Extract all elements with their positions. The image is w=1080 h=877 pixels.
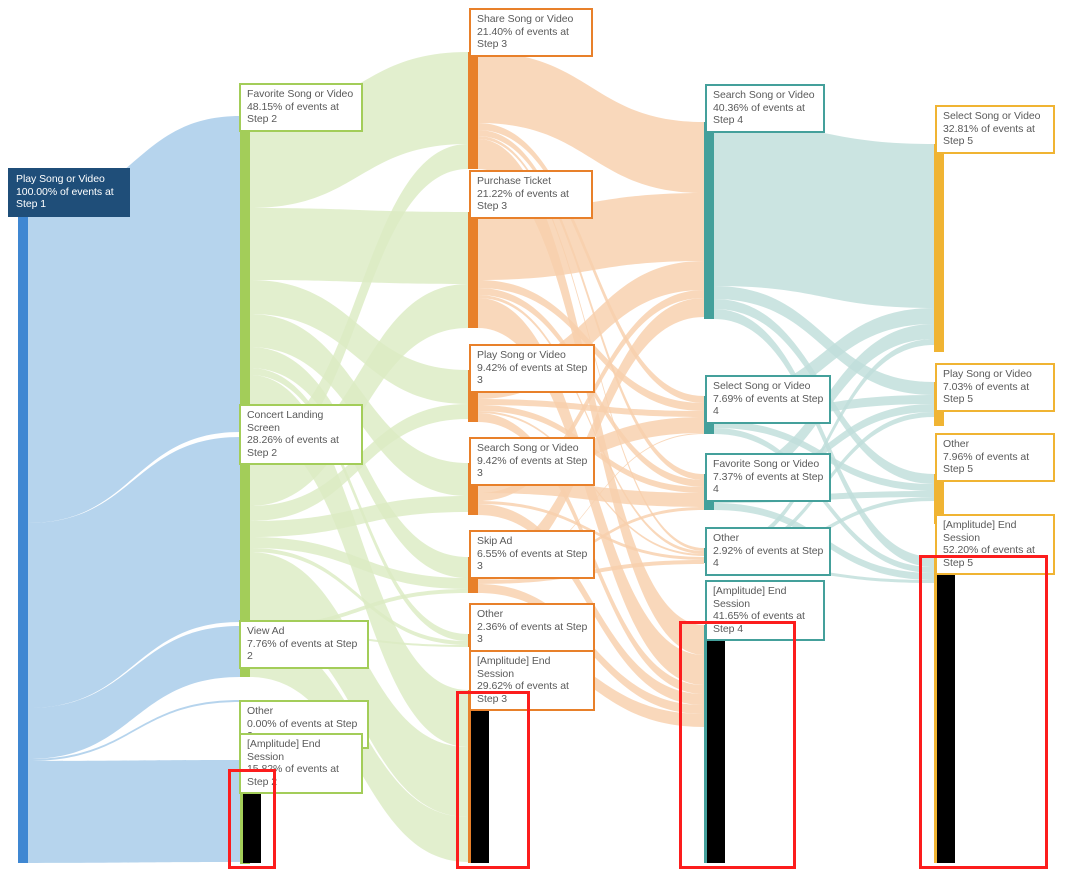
node-label-percent: 7.37% of events at Step 4: [713, 470, 824, 496]
node-label-title: Other: [713, 532, 740, 544]
sankey-node-label[interactable]: Play Song or Video 100.00% of events at S…: [8, 168, 130, 217]
node-label-title: Skip Ad: [477, 535, 513, 547]
node-label-percent: 7.76% of events at Step 2: [247, 637, 358, 663]
node-label-title: [Amplitude] End Session: [713, 585, 787, 610]
node-label-title: Concert Landing Screen: [247, 409, 324, 434]
highlight-box: [679, 621, 796, 869]
sankey-diagram: Play Song or Video 100.00% of events at S…: [0, 0, 1080, 877]
sankey-node-bar[interactable]: [468, 52, 478, 169]
sankey-node-label[interactable]: Play Song or Video 9.42% of events at Ste…: [469, 344, 595, 393]
sankey-node-bar[interactable]: [704, 122, 714, 319]
node-label-title: Favorite Song or Video: [247, 88, 354, 100]
node-label-title: Other: [943, 438, 970, 450]
sankey-link[interactable]: [714, 339, 934, 554]
node-label-percent: 9.42% of events at Step 3: [477, 361, 588, 387]
sankey-node-label[interactable]: Share Song or Video 21.40% of events at S…: [469, 8, 593, 57]
sankey-node-bar[interactable]: [468, 212, 478, 328]
node-label-percent: 28.26% of events at Step 2: [247, 434, 339, 459]
node-label-title: Play Song or Video: [477, 349, 566, 361]
highlight-box: [919, 555, 1048, 869]
sankey-node-label[interactable]: Favorite Song or Video 48.15% of events a…: [239, 83, 363, 132]
sankey-node-label[interactable]: Other 2.36% of events at Step 3: [469, 603, 595, 652]
sankey-node-label[interactable]: Search Song or Video 9.42% of events at S…: [469, 437, 595, 486]
node-label-percent: 48.15% of events at Step 2: [247, 100, 339, 126]
node-label-title: Other: [247, 705, 274, 717]
node-label-percent: 7.69% of events at Step 4: [713, 392, 824, 418]
node-label-title: View Ad: [247, 625, 285, 637]
sankey-node-label[interactable]: Concert Landing Screen 28.26% of events a…: [239, 404, 363, 465]
node-label-title: Search Song or Video: [713, 89, 815, 101]
sankey-node-label[interactable]: Select Song or Video 32.81% of events at …: [935, 105, 1055, 154]
node-label-title: Favorite Song or Video: [713, 458, 820, 470]
node-label-percent: 2.92% of events at Step 4: [713, 544, 824, 570]
node-label-title: Share Song or Video: [477, 13, 574, 25]
node-label-title: Other: [477, 608, 504, 620]
sankey-link[interactable]: [250, 208, 468, 284]
sankey-node-label[interactable]: Favorite Song or Video 7.37% of events at…: [705, 453, 831, 502]
sankey-link[interactable]: [28, 760, 240, 863]
sankey-node-label[interactable]: Other 2.92% of events at Step 4: [705, 527, 831, 576]
node-label-percent: 40.36% of events at Step 4: [713, 101, 805, 127]
sankey-node-bar[interactable]: [18, 207, 28, 863]
node-label-title: [Amplitude] End Session: [477, 655, 551, 680]
node-label-title: Play Song or Video: [943, 368, 1032, 380]
sankey-node-bar[interactable]: [240, 116, 250, 432]
sankey-node-label[interactable]: Play Song or Video 7.03% of events at Ste…: [935, 363, 1055, 412]
node-label-percent: 21.22% of events at Step 3: [477, 187, 569, 213]
sankey-node-bar[interactable]: [934, 144, 944, 352]
node-label-title: [Amplitude] End Session: [943, 519, 1017, 544]
sankey-link[interactable]: [714, 122, 934, 308]
sankey-node-label[interactable]: Select Song or Video 7.69% of events at S…: [705, 375, 831, 424]
sankey-node-label[interactable]: Purchase Ticket 21.22% of events at Step …: [469, 170, 593, 219]
node-label-title: [Amplitude] End Session: [247, 738, 321, 763]
node-label-percent: 9.42% of events at Step 3: [477, 454, 588, 480]
highlight-box: [228, 769, 276, 869]
node-label-percent: 2.36% of events at Step 3: [477, 620, 588, 646]
highlight-box: [456, 691, 530, 869]
node-label-percent: 100.00% of events at Step 1: [16, 185, 114, 211]
node-label-title: Purchase Ticket: [477, 175, 551, 187]
sankey-node-label[interactable]: Search Song or Video 40.36% of events at …: [705, 84, 825, 133]
node-label-percent: 7.96% of events at Step 5: [943, 450, 1030, 476]
sankey-node-label[interactable]: Skip Ad 6.55% of events at Step 3: [469, 530, 595, 579]
node-label-percent: 32.81% of events at Step 5: [943, 122, 1035, 148]
node-label-percent: 7.03% of events at Step 5: [943, 380, 1030, 406]
node-label-title: Select Song or Video: [943, 110, 1041, 122]
node-label-percent: 21.40% of events at Step 3: [477, 25, 569, 51]
sankey-node-label[interactable]: View Ad 7.76% of events at Step 2: [239, 620, 369, 669]
node-label-title: Select Song or Video: [713, 380, 811, 392]
node-label-title: Search Song or Video: [477, 442, 579, 454]
node-label-title: Play Song or Video: [16, 173, 105, 185]
node-label-percent: 6.55% of events at Step 3: [477, 547, 588, 573]
sankey-node-label[interactable]: Other 7.96% of events at Step 5: [935, 433, 1055, 482]
